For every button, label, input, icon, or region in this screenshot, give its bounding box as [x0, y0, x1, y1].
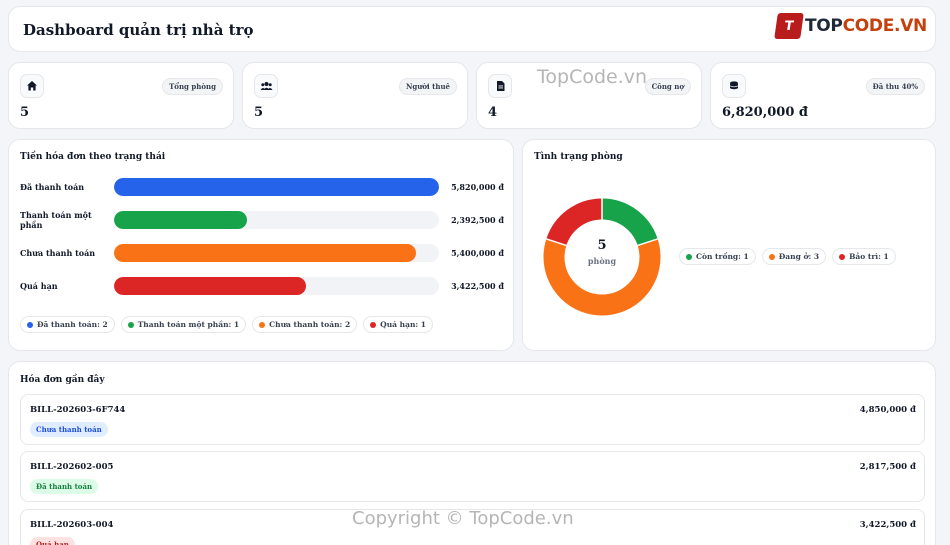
- home-icon: [20, 74, 44, 98]
- legend-label: Chưa thanh toán: 2: [269, 320, 351, 329]
- legend-chip[interactable]: Còn trống: 1: [679, 248, 756, 265]
- logo-text: TOPCODE.VN: [804, 16, 927, 36]
- bill-amount: 3,422,500 đ: [859, 520, 916, 530]
- status-bar-row: Đã thanh toán 5,820,000 đ: [20, 177, 504, 197]
- stat-badge: Người thuê: [398, 78, 457, 95]
- bar-track: [114, 211, 439, 229]
- bar-label: Chưa thanh toán: [20, 248, 96, 258]
- bar-fill: [114, 211, 248, 229]
- invoice-status-legend: Đã thanh toán: 2 Thanh toán một phần: 1 Ch…: [20, 316, 433, 333]
- legend-label: Còn trống: 1: [696, 252, 749, 261]
- stat-card-total-rooms: Tổng phòng 5: [8, 62, 234, 129]
- legend-chip[interactable]: Thanh toán một phần: 1: [120, 316, 247, 333]
- bar-fill: [114, 178, 439, 196]
- stat-value: 6,820,000 đ: [722, 105, 808, 120]
- panel-title: Tiền hóa đơn theo trạng thái: [20, 152, 166, 162]
- room-status-panel: Tình trạng phòng 5 phòng Còn trống: 1 Đan…: [522, 139, 936, 351]
- panel-title: Hóa đơn gần đây: [20, 375, 105, 385]
- legend-chip[interactable]: Quá hạn: 1: [363, 316, 433, 333]
- legend-label: Bảo trì: 1: [849, 252, 889, 261]
- bar-amount: 5,400,000 đ: [451, 248, 504, 258]
- legend-dot-icon: [686, 253, 692, 260]
- document-icon: [488, 74, 512, 98]
- bar-label: Thanh toán một phần: [20, 210, 92, 230]
- legend-chip[interactable]: Bảo trì: 1: [832, 248, 896, 265]
- bill-amount: 2,817,500 đ: [859, 462, 916, 472]
- status-bar-row: Thanh toán một phần 2,392,500 đ: [20, 210, 504, 230]
- legend-dot-icon: [259, 321, 266, 328]
- bill-status-badge: Quá hạn: [30, 537, 75, 545]
- bill-code: BILL-202603-6F744: [30, 405, 126, 415]
- legend-dot-icon: [768, 253, 775, 260]
- legend-dot-icon: [839, 253, 846, 260]
- bar-fill: [114, 244, 417, 262]
- stat-card-debts: Công nợ 4: [476, 62, 702, 129]
- legend-label: Thanh toán một phần: 1: [137, 320, 240, 329]
- panel-title: Tình trạng phòng: [534, 152, 623, 162]
- stat-card-collected: Đã thu 40% 6,820,000 đ: [710, 62, 936, 129]
- legend-dot-icon: [127, 321, 134, 328]
- bill-row[interactable]: BILL-202602-005 2,817,500 đ Đã thanh toán: [20, 451, 925, 502]
- legend-chip[interactable]: Đã thanh toán: 2: [20, 316, 115, 333]
- donut-total: 5: [597, 238, 607, 253]
- status-bar-row: Quá hạn 3,422,500 đ: [20, 276, 504, 296]
- users-icon: [254, 74, 278, 98]
- bar-track: [114, 244, 439, 262]
- stat-value: 5: [254, 105, 264, 120]
- stat-value: 4: [488, 105, 498, 120]
- bill-code: BILL-202603-004: [30, 520, 114, 530]
- stat-badge: Công nợ: [644, 78, 691, 95]
- bar-label: Đã thanh toán: [20, 182, 85, 192]
- logo-mark-icon: T: [774, 13, 804, 39]
- bar-track: [114, 178, 439, 196]
- legend-label: Quá hạn: 1: [380, 320, 426, 329]
- topcode-logo[interactable]: T TOPCODE.VN: [774, 13, 927, 39]
- bill-amount: 4,850,000 đ: [859, 405, 916, 415]
- legend-chip[interactable]: Đang ở: 3: [761, 248, 827, 265]
- legend-dot-icon: [27, 321, 33, 328]
- coins-icon: [722, 74, 746, 98]
- stat-card-tenants: Người thuê 5: [242, 62, 468, 129]
- bar-label: Quá hạn: [20, 281, 58, 291]
- legend-chip[interactable]: Chưa thanh toán: 2: [252, 316, 358, 333]
- page-title: Dashboard quản trị nhà trọ: [23, 21, 254, 39]
- room-status-legend: Còn trống: 1 Đang ở: 3 Bảo trì: 1: [679, 248, 896, 265]
- stat-value: 5: [20, 105, 30, 120]
- donut-center: 5 phòng: [540, 238, 664, 266]
- status-bar-row: Chưa thanh toán 5,400,000 đ: [20, 243, 504, 263]
- legend-label: Đã thanh toán: 2: [37, 320, 108, 329]
- bar-fill: [114, 277, 306, 295]
- bill-status-badge: Chưa thanh toán: [30, 422, 108, 437]
- bar-track: [114, 277, 439, 295]
- stat-badge: Tổng phòng: [162, 78, 223, 95]
- invoice-status-panel: Tiền hóa đơn theo trạng thái Đã thanh to…: [8, 139, 514, 351]
- legend-dot-icon: [370, 321, 377, 328]
- legend-label: Đang ở: 3: [778, 252, 820, 261]
- bar-amount: 5,820,000 đ: [451, 182, 504, 192]
- dashboard-header: Dashboard quản trị nhà trọ T TOPCODE.VN: [8, 6, 936, 52]
- bill-code: BILL-202602-005: [30, 462, 114, 472]
- bar-amount: 2,392,500 đ: [451, 215, 504, 225]
- bill-status-badge: Đã thanh toán: [30, 479, 99, 494]
- donut-unit: phòng: [587, 256, 617, 266]
- bill-row[interactable]: BILL-202603-6F744 4,850,000 đ Chưa thanh t…: [20, 394, 925, 445]
- bar-amount: 3,422,500 đ: [451, 281, 504, 291]
- stat-badge: Đã thu 40%: [865, 78, 925, 95]
- bill-row[interactable]: BILL-202603-004 3,422,500 đ Quá hạn: [20, 509, 925, 545]
- recent-bills-panel: Hóa đơn gần đây BILL-202603-6F744 4,850,0…: [8, 361, 936, 545]
